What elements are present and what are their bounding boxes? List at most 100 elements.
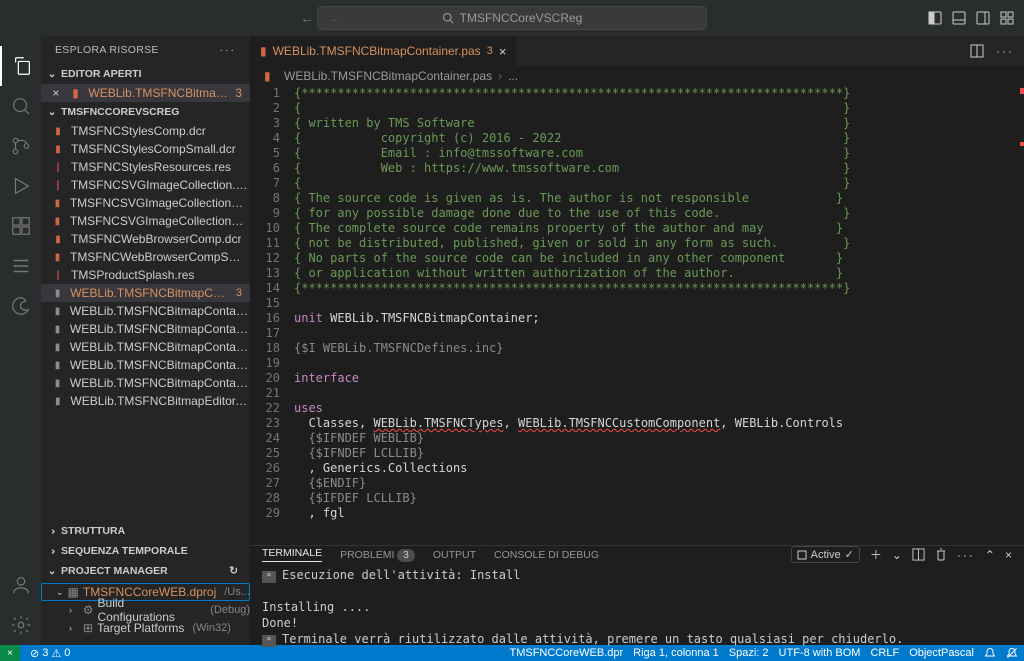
- panel-tabs: TERMINALE PROBLEMI 3 OUTPUT CONSOLE DI D…: [250, 546, 1024, 563]
- terminal-dropdown-icon[interactable]: ⌄: [892, 548, 902, 562]
- open-editors-section[interactable]: ⌄ EDITOR APERTI: [41, 64, 250, 84]
- target-platforms[interactable]: › ⊞ Target Platforms (Win32): [41, 619, 250, 637]
- sidebar-more-icon[interactable]: ···: [220, 44, 237, 56]
- file-item[interactable]: |TMSFNCSVGImageCollection.res: [41, 176, 250, 194]
- file-item[interactable]: ▮WEBLib.TMSFNCBitmapContainer...: [41, 338, 250, 356]
- file-label: WEBLib.TMSFNCBitmapEditor.pas: [70, 394, 250, 408]
- layout-left-icon[interactable]: [928, 11, 942, 25]
- close-panel-icon[interactable]: ×: [1005, 548, 1012, 562]
- file-label: WEBLib.TMSFNCBitmapCont...: [70, 286, 230, 300]
- layout-right-icon[interactable]: [976, 11, 990, 25]
- build-configurations[interactable]: › ⚙ Build Configurations (Debug): [41, 601, 250, 619]
- split-editor-icon[interactable]: [970, 44, 984, 58]
- chevron-right-icon: ›: [69, 623, 79, 633]
- file-item[interactable]: ▮WEBLib.TMSFNCBitmapCont...3: [41, 284, 250, 302]
- file-icon: ▮: [51, 378, 64, 389]
- file-label: TMSFNCSVGImageCollectionCom...: [70, 214, 250, 228]
- file-icon: ▮: [51, 396, 64, 407]
- title-layout-actions: [928, 11, 1014, 25]
- output-tab[interactable]: OUTPUT: [433, 549, 476, 561]
- file-icon: ▮: [51, 306, 64, 317]
- file-item[interactable]: ▮ WEBLib.TMSFNCBitmapEditor.pas: [41, 392, 250, 410]
- search-activity-icon[interactable]: [0, 86, 41, 126]
- breadcrumb[interactable]: ▮ WEBLib.TMSFNCBitmapContainer.pas › ...: [250, 66, 1024, 86]
- problems-tab[interactable]: PROBLEMI 3: [340, 549, 415, 561]
- terminal-output[interactable]: *Esecuzione dell'attività: Install Insta…: [250, 563, 1024, 651]
- file-item[interactable]: ▮TMSFNCStylesComp.dcr: [41, 122, 250, 140]
- editor-tab[interactable]: ▮ WEBLib.TMSFNCBitmapContainer.pas 3 ×: [250, 36, 516, 66]
- chevron-down-icon: ⌄: [45, 107, 59, 118]
- error-marker: [1020, 88, 1024, 94]
- file-icon: |: [51, 270, 65, 281]
- remote-indicator[interactable]: ×: [0, 645, 20, 661]
- file-item[interactable]: | TMSFNCStylesResources.res: [41, 158, 250, 176]
- file-item[interactable]: ▮TMSFNCWebBrowserCompSmall....: [41, 248, 250, 266]
- wrench-icon: ⚙: [83, 603, 94, 617]
- nav-forward-icon[interactable]: →: [326, 10, 340, 26]
- debug-console-tab[interactable]: CONSOLE DI DEBUG: [494, 549, 599, 561]
- split-terminal-icon[interactable]: [912, 548, 925, 561]
- file-item[interactable]: ▮ WEBLib.TMSFNCBitmapContainer...: [41, 356, 250, 374]
- settings-gear-icon[interactable]: [0, 605, 41, 645]
- file-item[interactable]: ▮WEBLib.TMSFNCBitmapContainer...: [41, 302, 250, 320]
- terminal-task-indicator[interactable]: Active ✓: [791, 546, 860, 563]
- command-center-search[interactable]: TMSFNCCoreVSCReg: [317, 6, 707, 30]
- file-icon: ▮: [51, 126, 65, 137]
- file-icon: ▮: [51, 234, 65, 245]
- extensions-icon[interactable]: [0, 206, 41, 246]
- project-tree: ⌄ ▦ TMSFNCCoreWEB.dproj /Us... › ⚙ Build…: [41, 581, 250, 645]
- file-label: WEBLib.TMSFNCBitmapContainer...: [70, 322, 250, 336]
- more-actions-icon[interactable]: ···: [996, 44, 1014, 58]
- open-editor-item[interactable]: × ▮ WEBLib.TMSFNCBitmap... 3: [41, 84, 250, 102]
- kill-terminal-icon[interactable]: [935, 548, 947, 561]
- file-item[interactable]: ▮WEBLib.TMSFNCBitmapContainer...: [41, 374, 250, 392]
- file-label: WEBLib.TMSFNCBitmapContainer...: [70, 358, 250, 372]
- search-icon: [442, 12, 454, 24]
- file-icon: ▮: [69, 86, 83, 100]
- activity-bar: [0, 36, 41, 645]
- dirty-badge: 3: [235, 86, 242, 100]
- file-item[interactable]: | TMSProductSplash.res: [41, 266, 250, 284]
- file-icon: ▮: [51, 360, 64, 371]
- close-tab-icon[interactable]: ×: [499, 44, 507, 59]
- outline-section[interactable]: ⌄ STRUTTURA: [41, 521, 250, 541]
- file-label: TMSFNCWebBrowserCompSmall....: [70, 250, 250, 264]
- account-icon[interactable]: [0, 565, 41, 605]
- code-editor[interactable]: 1234567891011121314151617181920212223242…: [250, 86, 1024, 545]
- file-list: ▮TMSFNCStylesComp.dcr▮TMSFNCStylesCompSm…: [41, 122, 250, 521]
- run-debug-icon[interactable]: [0, 166, 41, 206]
- layout-bottom-icon[interactable]: [952, 11, 966, 25]
- bottom-panel: TERMINALE PROBLEMI 3 OUTPUT CONSOLE DI D…: [250, 545, 1024, 645]
- file-icon: ▮: [51, 288, 64, 299]
- file-item[interactable]: ▮ TMSFNCSVGImageCollectionCom...: [41, 212, 250, 230]
- file-item[interactable]: ▮TMSFNCStylesCompSmall.dcr: [41, 140, 250, 158]
- new-terminal-icon[interactable]: ＋: [870, 546, 882, 563]
- sidebar-title: ESPLORA RISORSE: [55, 44, 159, 56]
- file-label: TMSFNCSVGImageCollectionCom...: [70, 196, 250, 210]
- file-item[interactable]: ▮TMSFNCWebBrowserComp.dcr: [41, 230, 250, 248]
- project-icon: ▦: [68, 585, 79, 599]
- file-item[interactable]: ▮WEBLib.TMSFNCBitmapContainer...: [41, 320, 250, 338]
- terminal-tab[interactable]: TERMINALE: [262, 547, 322, 562]
- more-icon[interactable]: ···: [957, 548, 975, 562]
- close-icon[interactable]: ×: [49, 86, 63, 100]
- list-icon[interactable]: [0, 246, 41, 286]
- explorer-icon[interactable]: [0, 46, 41, 86]
- file-icon: |: [51, 162, 65, 173]
- nav-back-icon[interactable]: ←: [300, 10, 314, 26]
- maximize-panel-icon[interactable]: ⌃: [985, 548, 995, 562]
- sidebar: ESPLORA RISORSE ··· ⌄ EDITOR APERTI × ▮ …: [41, 36, 250, 645]
- workspace-section[interactable]: ⌄ TMSFNCCOREVSCREG: [41, 102, 250, 122]
- editor-tab-actions: ···: [970, 44, 1024, 58]
- edge-icon[interactable]: [0, 286, 41, 326]
- file-label: TMSProductSplash.res: [71, 268, 194, 282]
- file-label: TMSFNCStylesResources.res: [71, 160, 231, 174]
- file-icon: ▮: [51, 216, 64, 227]
- layout-customize-icon[interactable]: [1000, 11, 1014, 25]
- errors-warnings[interactable]: ⊘3 ⚠0: [30, 647, 70, 660]
- refresh-icon[interactable]: ↻: [229, 565, 238, 577]
- file-item[interactable]: ▮TMSFNCSVGImageCollectionCom...: [41, 194, 250, 212]
- timeline-section[interactable]: ⌄ SEQUENZA TEMPORALE: [41, 541, 250, 561]
- source-control-icon[interactable]: [0, 126, 41, 166]
- project-manager-section[interactable]: ⌄ PROJECT MANAGER ↻: [41, 561, 250, 581]
